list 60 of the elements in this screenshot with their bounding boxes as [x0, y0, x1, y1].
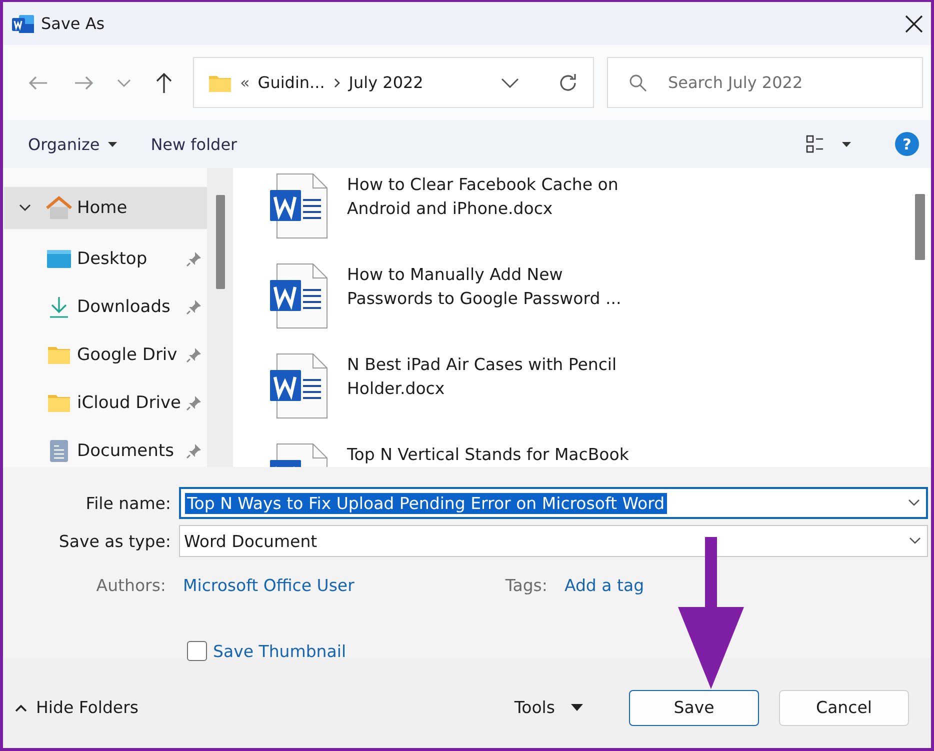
desktop-icon: [47, 250, 71, 268]
word-document-icon: [269, 263, 329, 329]
scrollbar-thumb[interactable]: [216, 195, 225, 289]
file-name[interactable]: N Best iPad Air Cases with Pencil Holder.docx: [347, 353, 617, 401]
field-label: Save as type:: [58, 532, 172, 550]
add-tag-link[interactable]: Add a tag: [564, 576, 644, 594]
home-icon: [46, 196, 72, 220]
word-document-icon: [269, 173, 329, 239]
chevron-down-icon[interactable]: [908, 499, 920, 507]
caret-icon[interactable]: [842, 142, 851, 146]
authors-link[interactable]: Microsoft Office User: [183, 576, 354, 594]
forward-arrow-icon[interactable]: [74, 74, 94, 90]
word-document-icon: [269, 353, 329, 419]
scrollbar-thumb[interactable]: [915, 194, 925, 260]
document-icon: [49, 439, 69, 463]
nav-item[interactable]: Google Driv: [4, 331, 207, 379]
file-name[interactable]: How to Manually Add New Passwords to Google Password ...: [347, 263, 622, 311]
caret-icon: [108, 142, 117, 146]
caret-icon: [571, 704, 583, 711]
folder-icon: [47, 345, 71, 365]
field-label: Authors:: [95, 576, 167, 594]
nav-item[interactable]: Home: [4, 187, 207, 229]
field-label: Tags:: [505, 576, 548, 594]
file-name[interactable]: Top N Vertical Stands for MacBook: [347, 443, 629, 467]
close-icon[interactable]: [905, 14, 923, 32]
overflow-chevrons[interactable]: «: [240, 73, 250, 92]
hide-folders-button[interactable]: Hide Folders: [15, 698, 138, 717]
nav-item[interactable]: Documents: [4, 427, 207, 467]
address-bar[interactable]: « Guidin... July 2022: [193, 57, 594, 108]
file-name-value: Top N Ways to Fix Upload Pending Error on Microsoft Word: [185, 492, 667, 514]
field-label: File name:: [84, 494, 172, 512]
back-arrow-icon[interactable]: [28, 74, 48, 90]
nav-item[interactable]: Desktop: [4, 235, 207, 283]
file-name[interactable]: How to Clear Facebook Cache on Android and iPhone.docx: [347, 173, 618, 221]
cancel-button[interactable]: Cancel: [779, 690, 909, 726]
download-icon: [48, 296, 70, 318]
refresh-icon[interactable]: [557, 72, 579, 94]
chevron-up-icon: [15, 704, 27, 712]
checkbox[interactable]: [187, 641, 207, 661]
chevron-down-icon[interactable]: [501, 78, 519, 88]
help-icon[interactable]: ?: [895, 132, 919, 156]
folder-icon: [47, 393, 71, 413]
nav-item[interactable]: Downloads: [4, 283, 207, 331]
file-name-field[interactable]: Top N Ways to Fix Upload Pending Error on Microsoft Word: [179, 487, 928, 519]
chevron-down-icon[interactable]: [909, 537, 921, 545]
organize-menu[interactable]: Organize: [16, 130, 129, 158]
search-field[interactable]: Search July 2022: [607, 57, 923, 108]
view-options-icon[interactable]: [806, 135, 826, 153]
breadcrumb-folder[interactable]: Guidin...: [258, 73, 325, 92]
chevron-right-icon: [332, 76, 341, 88]
up-arrow-icon[interactable]: [155, 72, 173, 94]
checkbox-label[interactable]: Save Thumbnail: [213, 642, 346, 660]
window-title: Save As: [41, 14, 106, 33]
nav-item[interactable]: iCloud Drive: [4, 379, 207, 427]
breadcrumb-folder[interactable]: July 2022: [348, 73, 424, 92]
new-folder-button[interactable]: New folder: [138, 130, 250, 158]
tools-menu[interactable]: Tools: [514, 698, 583, 717]
search-icon: [629, 74, 647, 92]
save-button[interactable]: Save: [629, 690, 759, 726]
file-type-dropdown[interactable]: Word Document: [179, 525, 928, 557]
